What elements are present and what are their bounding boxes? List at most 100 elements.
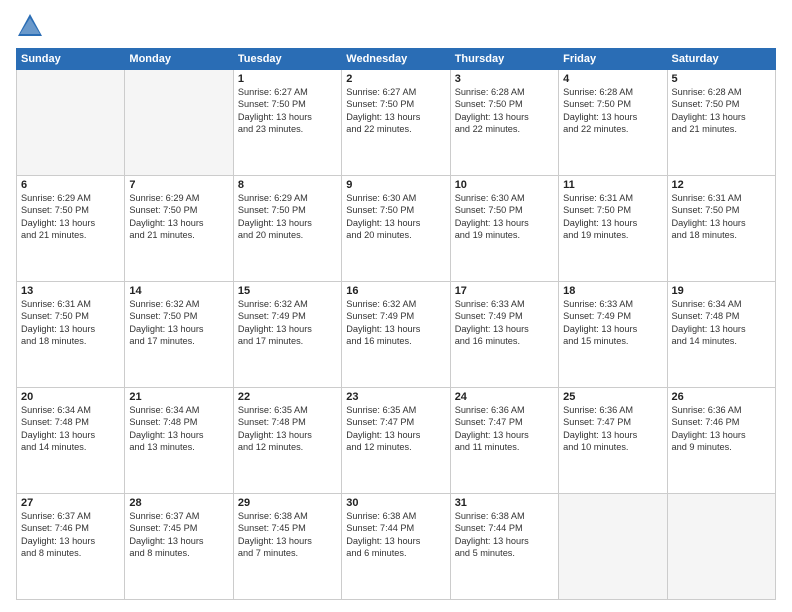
day-info: Sunrise: 6:28 AM Sunset: 7:50 PM Dayligh… — [672, 86, 771, 136]
day-info: Sunrise: 6:37 AM Sunset: 7:45 PM Dayligh… — [129, 510, 228, 560]
calendar-cell: 21Sunrise: 6:34 AM Sunset: 7:48 PM Dayli… — [125, 388, 233, 494]
weekday-header-thursday: Thursday — [450, 49, 558, 70]
page: SundayMondayTuesdayWednesdayThursdayFrid… — [0, 0, 792, 612]
calendar-cell: 4Sunrise: 6:28 AM Sunset: 7:50 PM Daylig… — [559, 70, 667, 176]
calendar-cell: 17Sunrise: 6:33 AM Sunset: 7:49 PM Dayli… — [450, 282, 558, 388]
calendar-table: SundayMondayTuesdayWednesdayThursdayFrid… — [16, 48, 776, 600]
day-info: Sunrise: 6:31 AM Sunset: 7:50 PM Dayligh… — [21, 298, 120, 348]
calendar-cell: 30Sunrise: 6:38 AM Sunset: 7:44 PM Dayli… — [342, 494, 450, 600]
calendar-cell: 18Sunrise: 6:33 AM Sunset: 7:49 PM Dayli… — [559, 282, 667, 388]
day-number: 17 — [455, 285, 554, 297]
day-number: 28 — [129, 497, 228, 509]
calendar-cell: 3Sunrise: 6:28 AM Sunset: 7:50 PM Daylig… — [450, 70, 558, 176]
day-info: Sunrise: 6:29 AM Sunset: 7:50 PM Dayligh… — [238, 192, 337, 242]
day-info: Sunrise: 6:30 AM Sunset: 7:50 PM Dayligh… — [455, 192, 554, 242]
day-number: 7 — [129, 179, 228, 191]
calendar-week-4: 20Sunrise: 6:34 AM Sunset: 7:48 PM Dayli… — [17, 388, 776, 494]
day-number: 27 — [21, 497, 120, 509]
day-number: 8 — [238, 179, 337, 191]
day-info: Sunrise: 6:32 AM Sunset: 7:49 PM Dayligh… — [346, 298, 445, 348]
calendar-cell: 22Sunrise: 6:35 AM Sunset: 7:48 PM Dayli… — [233, 388, 341, 494]
day-number: 10 — [455, 179, 554, 191]
calendar-cell — [667, 494, 775, 600]
day-number: 16 — [346, 285, 445, 297]
day-info: Sunrise: 6:37 AM Sunset: 7:46 PM Dayligh… — [21, 510, 120, 560]
day-number: 5 — [672, 73, 771, 85]
weekday-header-friday: Friday — [559, 49, 667, 70]
day-info: Sunrise: 6:38 AM Sunset: 7:44 PM Dayligh… — [455, 510, 554, 560]
calendar-cell: 10Sunrise: 6:30 AM Sunset: 7:50 PM Dayli… — [450, 176, 558, 282]
day-info: Sunrise: 6:36 AM Sunset: 7:46 PM Dayligh… — [672, 404, 771, 454]
calendar-cell: 25Sunrise: 6:36 AM Sunset: 7:47 PM Dayli… — [559, 388, 667, 494]
day-number: 26 — [672, 391, 771, 403]
calendar-week-5: 27Sunrise: 6:37 AM Sunset: 7:46 PM Dayli… — [17, 494, 776, 600]
header — [16, 12, 776, 40]
day-number: 2 — [346, 73, 445, 85]
day-info: Sunrise: 6:34 AM Sunset: 7:48 PM Dayligh… — [672, 298, 771, 348]
day-info: Sunrise: 6:36 AM Sunset: 7:47 PM Dayligh… — [563, 404, 662, 454]
day-number: 21 — [129, 391, 228, 403]
day-info: Sunrise: 6:32 AM Sunset: 7:49 PM Dayligh… — [238, 298, 337, 348]
calendar-cell: 20Sunrise: 6:34 AM Sunset: 7:48 PM Dayli… — [17, 388, 125, 494]
calendar-cell: 7Sunrise: 6:29 AM Sunset: 7:50 PM Daylig… — [125, 176, 233, 282]
day-number: 13 — [21, 285, 120, 297]
calendar-cell: 26Sunrise: 6:36 AM Sunset: 7:46 PM Dayli… — [667, 388, 775, 494]
weekday-header-row: SundayMondayTuesdayWednesdayThursdayFrid… — [17, 49, 776, 70]
calendar-cell — [125, 70, 233, 176]
calendar-cell: 19Sunrise: 6:34 AM Sunset: 7:48 PM Dayli… — [667, 282, 775, 388]
day-info: Sunrise: 6:29 AM Sunset: 7:50 PM Dayligh… — [21, 192, 120, 242]
day-info: Sunrise: 6:27 AM Sunset: 7:50 PM Dayligh… — [346, 86, 445, 136]
calendar-cell — [17, 70, 125, 176]
day-info: Sunrise: 6:38 AM Sunset: 7:45 PM Dayligh… — [238, 510, 337, 560]
logo — [16, 12, 48, 40]
day-info: Sunrise: 6:34 AM Sunset: 7:48 PM Dayligh… — [129, 404, 228, 454]
day-number: 20 — [21, 391, 120, 403]
day-number: 25 — [563, 391, 662, 403]
day-info: Sunrise: 6:27 AM Sunset: 7:50 PM Dayligh… — [238, 86, 337, 136]
calendar-cell: 14Sunrise: 6:32 AM Sunset: 7:50 PM Dayli… — [125, 282, 233, 388]
calendar-cell: 2Sunrise: 6:27 AM Sunset: 7:50 PM Daylig… — [342, 70, 450, 176]
day-number: 24 — [455, 391, 554, 403]
day-number: 31 — [455, 497, 554, 509]
weekday-header-tuesday: Tuesday — [233, 49, 341, 70]
calendar-cell — [559, 494, 667, 600]
calendar-cell: 16Sunrise: 6:32 AM Sunset: 7:49 PM Dayli… — [342, 282, 450, 388]
day-info: Sunrise: 6:34 AM Sunset: 7:48 PM Dayligh… — [21, 404, 120, 454]
calendar-week-2: 6Sunrise: 6:29 AM Sunset: 7:50 PM Daylig… — [17, 176, 776, 282]
day-info: Sunrise: 6:28 AM Sunset: 7:50 PM Dayligh… — [563, 86, 662, 136]
day-number: 14 — [129, 285, 228, 297]
day-info: Sunrise: 6:28 AM Sunset: 7:50 PM Dayligh… — [455, 86, 554, 136]
day-number: 30 — [346, 497, 445, 509]
day-number: 4 — [563, 73, 662, 85]
day-number: 1 — [238, 73, 337, 85]
day-number: 11 — [563, 179, 662, 191]
day-info: Sunrise: 6:31 AM Sunset: 7:50 PM Dayligh… — [563, 192, 662, 242]
day-info: Sunrise: 6:32 AM Sunset: 7:50 PM Dayligh… — [129, 298, 228, 348]
calendar-week-1: 1Sunrise: 6:27 AM Sunset: 7:50 PM Daylig… — [17, 70, 776, 176]
calendar-cell: 9Sunrise: 6:30 AM Sunset: 7:50 PM Daylig… — [342, 176, 450, 282]
calendar-cell: 28Sunrise: 6:37 AM Sunset: 7:45 PM Dayli… — [125, 494, 233, 600]
day-number: 15 — [238, 285, 337, 297]
day-info: Sunrise: 6:30 AM Sunset: 7:50 PM Dayligh… — [346, 192, 445, 242]
calendar-cell: 12Sunrise: 6:31 AM Sunset: 7:50 PM Dayli… — [667, 176, 775, 282]
weekday-header-wednesday: Wednesday — [342, 49, 450, 70]
day-number: 9 — [346, 179, 445, 191]
day-info: Sunrise: 6:35 AM Sunset: 7:47 PM Dayligh… — [346, 404, 445, 454]
logo-icon — [16, 12, 44, 40]
day-info: Sunrise: 6:33 AM Sunset: 7:49 PM Dayligh… — [563, 298, 662, 348]
calendar-cell: 29Sunrise: 6:38 AM Sunset: 7:45 PM Dayli… — [233, 494, 341, 600]
day-number: 29 — [238, 497, 337, 509]
calendar-cell: 23Sunrise: 6:35 AM Sunset: 7:47 PM Dayli… — [342, 388, 450, 494]
day-number: 19 — [672, 285, 771, 297]
day-number: 6 — [21, 179, 120, 191]
day-info: Sunrise: 6:35 AM Sunset: 7:48 PM Dayligh… — [238, 404, 337, 454]
day-info: Sunrise: 6:36 AM Sunset: 7:47 PM Dayligh… — [455, 404, 554, 454]
calendar-cell: 13Sunrise: 6:31 AM Sunset: 7:50 PM Dayli… — [17, 282, 125, 388]
day-number: 3 — [455, 73, 554, 85]
calendar-cell: 1Sunrise: 6:27 AM Sunset: 7:50 PM Daylig… — [233, 70, 341, 176]
calendar-cell: 11Sunrise: 6:31 AM Sunset: 7:50 PM Dayli… — [559, 176, 667, 282]
weekday-header-sunday: Sunday — [17, 49, 125, 70]
day-info: Sunrise: 6:38 AM Sunset: 7:44 PM Dayligh… — [346, 510, 445, 560]
day-number: 12 — [672, 179, 771, 191]
day-info: Sunrise: 6:33 AM Sunset: 7:49 PM Dayligh… — [455, 298, 554, 348]
